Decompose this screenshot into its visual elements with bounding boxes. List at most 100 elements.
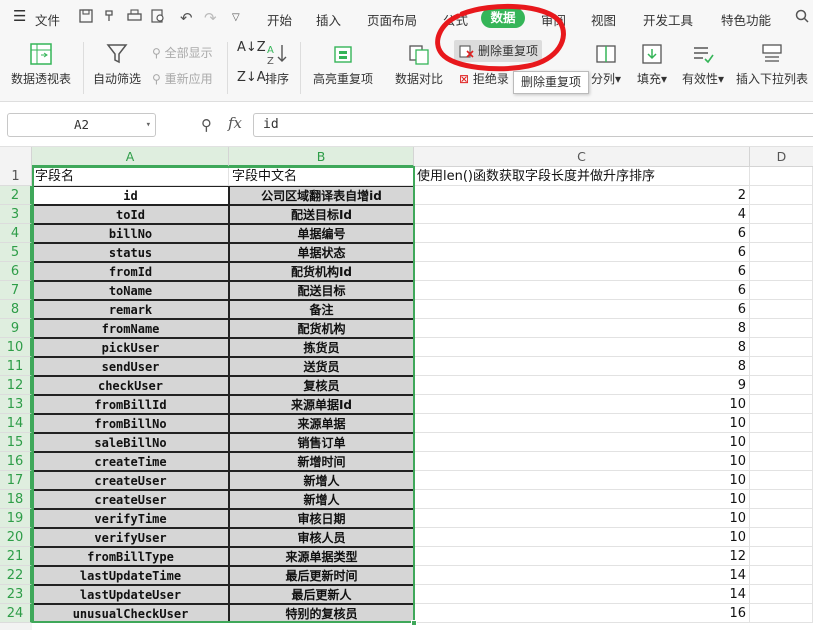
cell-a[interactable]: fromId [32, 262, 229, 281]
cell-a[interactable]: createUser [32, 471, 229, 490]
row-header[interactable]: 17 [0, 471, 32, 490]
cell-a[interactable]: fromBillId [32, 395, 229, 414]
cell-b[interactable]: 新增人 [229, 471, 414, 490]
sort-button[interactable]: AZ 排序 [262, 42, 292, 87]
cell-c[interactable]: 8 [414, 357, 750, 376]
cell-a[interactable]: checkUser [32, 376, 229, 395]
cell-a[interactable]: toName [32, 281, 229, 300]
cell-a[interactable]: toId [32, 205, 229, 224]
cell-a[interactable]: remark [32, 300, 229, 319]
cell-c[interactable]: 8 [414, 319, 750, 338]
row-header[interactable]: 2 [0, 186, 32, 205]
column-header-c[interactable]: C [414, 147, 750, 167]
cell-d[interactable] [750, 433, 813, 452]
cell-b[interactable]: 新增时间 [229, 452, 414, 471]
cell-c[interactable]: 4 [414, 205, 750, 224]
cell-a[interactable]: verifyTime [32, 509, 229, 528]
row-header[interactable]: 1 [0, 167, 32, 186]
reapply-button[interactable]: ⚲ 重新应用 [152, 70, 213, 87]
cell-d[interactable] [750, 566, 813, 585]
row-header[interactable]: 22 [0, 566, 32, 585]
row-header[interactable]: 11 [0, 357, 32, 376]
pivot-table-button[interactable]: 数据透视表 [8, 42, 74, 87]
column-header-d[interactable]: D [750, 147, 813, 167]
cell-d[interactable] [750, 376, 813, 395]
cell-b[interactable]: 单据状态 [229, 243, 414, 262]
cell-d[interactable] [750, 414, 813, 433]
row-header[interactable]: 6 [0, 262, 32, 281]
cell-a[interactable]: lastUpdateTime [32, 566, 229, 585]
insert-dropdown-list-button[interactable]: 插入下拉列表 [734, 42, 810, 87]
split-column-button[interactable]: 分列▾ [588, 42, 624, 87]
highlight-duplicates-button[interactable]: 高亮重复项 [306, 42, 380, 87]
show-all-button[interactable]: ⚲ 全部显示 [152, 44, 213, 61]
tab-review[interactable]: 审阅 [541, 10, 566, 29]
name-box[interactable]: A2 ▾ [7, 113, 156, 137]
cell-c[interactable]: 16 [414, 604, 750, 623]
cell-b[interactable]: 单据编号 [229, 224, 414, 243]
cell-b[interactable]: 最后更新时间 [229, 566, 414, 585]
column-header-a[interactable]: A [32, 147, 229, 167]
tab-page-layout[interactable]: 页面布局 [367, 10, 417, 29]
cell-d[interactable] [750, 319, 813, 338]
cell-c[interactable]: 6 [414, 262, 750, 281]
cell-d[interactable] [750, 205, 813, 224]
print-icon[interactable] [127, 9, 142, 27]
cell-b[interactable]: 来源单据 [229, 414, 414, 433]
save-icon[interactable] [79, 9, 93, 27]
cell-b[interactable]: 配货机构 [229, 319, 414, 338]
cell-d[interactable] [750, 509, 813, 528]
cell-d[interactable] [750, 452, 813, 471]
cell-a[interactable]: saleBillNo [32, 433, 229, 452]
undo-icon[interactable]: ↶ [180, 9, 193, 27]
cell-b[interactable]: 公司区域翻译表自增id [229, 186, 414, 205]
search-icon[interactable] [795, 9, 809, 27]
cell-a[interactable]: id [32, 186, 229, 205]
fx-icon[interactable]: fx [228, 114, 242, 132]
row-header[interactable]: 7 [0, 281, 32, 300]
cell-a[interactable]: fromBillNo [32, 414, 229, 433]
cell-c[interactable]: 10 [414, 433, 750, 452]
cell-c[interactable]: 10 [414, 509, 750, 528]
fill-handle[interactable] [411, 620, 417, 626]
row-header[interactable]: 14 [0, 414, 32, 433]
row-header[interactable]: 8 [0, 300, 32, 319]
tab-developer[interactable]: 开发工具 [643, 10, 693, 29]
cell-c[interactable]: 10 [414, 452, 750, 471]
cell-d[interactable] [750, 300, 813, 319]
chevron-down-icon[interactable]: ▾ [146, 114, 151, 136]
tab-view[interactable]: 视图 [591, 10, 616, 29]
tab-data[interactable]: 数据 [481, 8, 525, 28]
cell-c[interactable]: 6 [414, 281, 750, 300]
row-header[interactable]: 20 [0, 528, 32, 547]
cell-c[interactable]: 10 [414, 471, 750, 490]
cell-c[interactable]: 10 [414, 395, 750, 414]
row-header[interactable]: 19 [0, 509, 32, 528]
cell-c[interactable]: 10 [414, 490, 750, 509]
cell-a[interactable]: fromName [32, 319, 229, 338]
cell-b[interactable]: 配送目标 [229, 281, 414, 300]
cell-c[interactable]: 6 [414, 243, 750, 262]
row-header[interactable]: 16 [0, 452, 32, 471]
cell-a[interactable]: fromBillType [32, 547, 229, 566]
tab-features[interactable]: 特色功能 [721, 10, 771, 29]
header-cell-a[interactable]: 字段名 [32, 167, 229, 186]
row-header[interactable]: 5 [0, 243, 32, 262]
tab-home[interactable]: 开始 [267, 10, 292, 29]
hamburger-menu-icon[interactable]: ☰ [13, 7, 26, 25]
cell-c[interactable]: 2 [414, 186, 750, 205]
cell-d[interactable] [750, 490, 813, 509]
cell-d[interactable] [750, 547, 813, 566]
cell-b[interactable]: 拣货员 [229, 338, 414, 357]
cell-a[interactable]: lastUpdateUser [32, 585, 229, 604]
cell-c[interactable]: 9 [414, 376, 750, 395]
cell-c[interactable]: 8 [414, 338, 750, 357]
select-all-corner[interactable] [0, 147, 32, 167]
format-painter-icon[interactable] [103, 9, 117, 27]
cell-d[interactable] [750, 243, 813, 262]
row-header[interactable]: 10 [0, 338, 32, 357]
cell-a[interactable]: verifyUser [32, 528, 229, 547]
cell-a[interactable]: createTime [32, 452, 229, 471]
cell-d[interactable] [750, 262, 813, 281]
cell-b[interactable]: 配送目标Id [229, 205, 414, 224]
